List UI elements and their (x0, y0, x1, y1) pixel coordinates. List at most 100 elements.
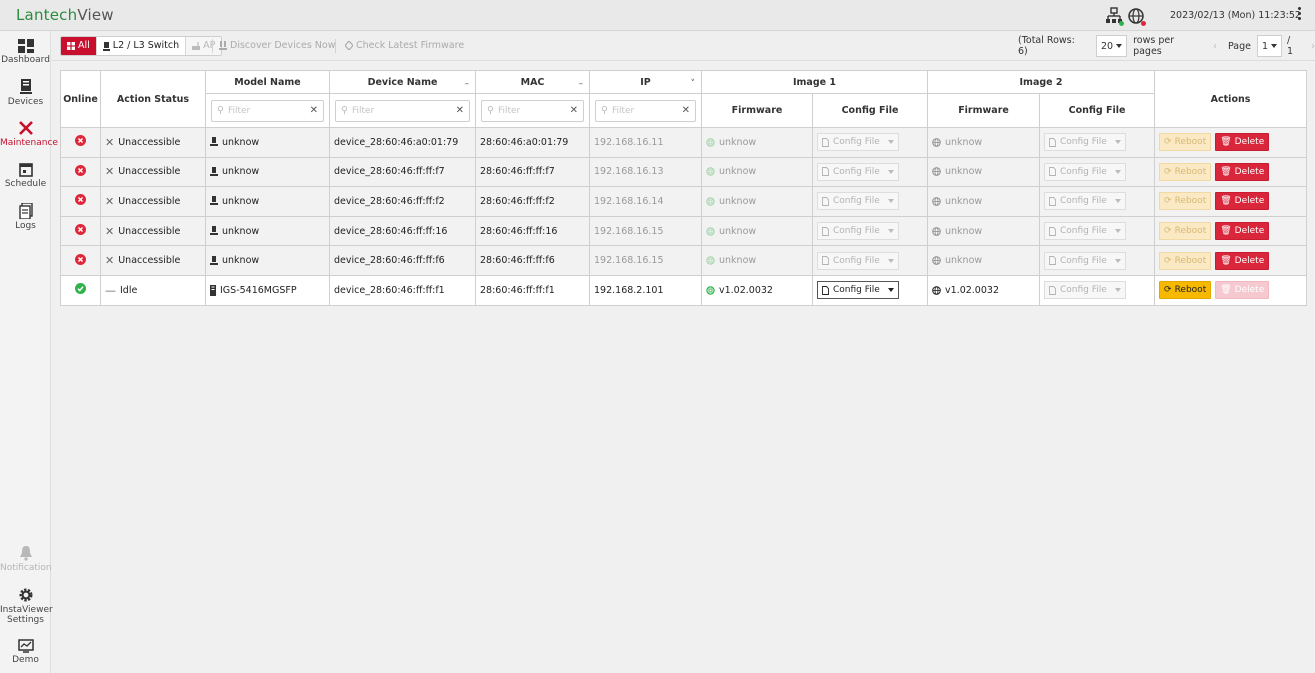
file-icon (822, 285, 829, 295)
reboot-button[interactable]: ⟳ Reboot (1159, 162, 1212, 181)
unknown-device-icon (210, 255, 218, 265)
delete-button[interactable]: 🗑 Delete (1215, 281, 1270, 300)
devices-icon (19, 79, 32, 94)
image2-firmware-cell: unknow (927, 127, 1041, 158)
col-device-name[interactable]: Device Name – (329, 70, 476, 94)
prev-page-icon[interactable]: ‹ (1213, 41, 1217, 52)
next-page-icon[interactable]: › (1311, 41, 1315, 52)
sidebar-item-notification[interactable]: Notification (0, 545, 52, 573)
image2-config-cell: Config File (1039, 156, 1156, 188)
col-ip[interactable]: IP ˅ (589, 70, 702, 94)
image1-config-cell: Config File (811, 186, 929, 217)
refresh-icon: ⟳ (1164, 255, 1172, 266)
reboot-button[interactable]: ⟳ Reboot (1159, 222, 1212, 241)
config-file-select[interactable]: Config File (1044, 192, 1126, 211)
delete-button[interactable]: 🗑 Delete (1215, 162, 1270, 181)
clear-icon: ✕ (681, 105, 690, 116)
file-icon (1049, 137, 1056, 147)
config-file-select[interactable]: Config File (1044, 281, 1126, 300)
ip-cell: 192.168.16.11 (589, 127, 702, 158)
config-file-select[interactable]: Config File (1044, 133, 1126, 152)
schedule-icon (18, 163, 33, 177)
action-status-cell: ✕ Unaccessible (100, 156, 206, 188)
ip-filter[interactable]: ⚲ Filter ✕ (595, 99, 696, 122)
col-image2-config: Config File (1039, 93, 1156, 128)
model-name-filter[interactable]: ⚲ Filter ✕ (211, 99, 324, 122)
filter-all-button[interactable]: All (61, 37, 97, 55)
app-logo[interactable]: LantechView (16, 6, 114, 24)
offline-error-icon (75, 224, 86, 236)
delete-button[interactable]: 🗑 Delete (1215, 222, 1270, 241)
sidebar-item-schedule[interactable]: Schedule (0, 162, 51, 189)
reboot-button[interactable]: ⟳ Reboot (1159, 281, 1212, 300)
image2-firmware-cell: unknow (927, 156, 1041, 188)
mac-cell: 28:60:46:ff:ff:f2 (475, 186, 590, 217)
sidebar-item-devices[interactable]: Devices (0, 79, 51, 107)
sidebar-item-dashboard[interactable]: Dashboard (0, 39, 51, 65)
mac-filter[interactable]: ⚲ Filter ✕ (481, 99, 584, 122)
trash-icon: 🗑 (1220, 137, 1232, 148)
reboot-button[interactable]: ⟳ Reboot (1159, 133, 1212, 152)
sidebar-item-maintenance[interactable]: Maintenance (0, 120, 58, 148)
image1-config-cell: Config File (811, 245, 929, 276)
more-menu-icon[interactable] (1296, 7, 1302, 23)
bell-icon (19, 546, 32, 561)
device-table: Online Action Status Model Name Device N… (60, 70, 1308, 306)
network-topology-icon[interactable] (1105, 7, 1124, 26)
check-firmware-button[interactable]: Check Latest Firmware (345, 40, 464, 51)
filter-ap-button[interactable]: AP (186, 37, 222, 55)
trash-icon: 🗑 (1220, 255, 1232, 266)
table-row: ✕ Unaccessible unknow device_28:60:46:ff:ff… (60, 156, 1308, 188)
dashboard-icon (17, 39, 34, 53)
sidebar-item-instaviewer-settings[interactable]: InstaViewer Settings (0, 587, 53, 625)
firmware-chip-icon (706, 197, 715, 206)
config-file-select[interactable]: Config File (817, 281, 899, 300)
device-type-filter: All L2 / L3 Switch AP (60, 36, 223, 56)
device-name-filter[interactable]: ⚲ Filter ✕ (335, 99, 470, 122)
reboot-button[interactable]: ⟳ Reboot (1159, 192, 1212, 211)
switch-icon (102, 41, 110, 51)
rows-per-page-select[interactable]: 20 (1095, 35, 1128, 57)
col-image2: Image 2 (927, 70, 1156, 94)
config-file-select[interactable]: Config File (1044, 162, 1126, 181)
config-file-select[interactable]: Config File (817, 222, 899, 241)
reboot-button[interactable]: ⟳ Reboot (1159, 251, 1212, 270)
globe-icon (932, 256, 941, 266)
col-actions: Actions (1154, 70, 1308, 128)
sidebar-item-demo[interactable]: Demo (0, 639, 51, 665)
model-name-cell: unknow (205, 127, 330, 158)
col-mac[interactable]: MAC – (475, 70, 590, 94)
firmware-chip-icon (706, 167, 715, 177)
delete-button[interactable]: 🗑 Delete (1215, 133, 1270, 152)
config-file-select[interactable]: Config File (817, 133, 899, 152)
page-select[interactable]: 1 (1256, 35, 1283, 57)
discover-devices-button[interactable]: Discover Devices Now (219, 40, 335, 51)
config-file-select[interactable]: Config File (817, 192, 899, 211)
sidebar-item-logs[interactable]: Logs (0, 203, 51, 231)
image2-config-cell: Config File (1039, 127, 1156, 158)
filter-switch-button[interactable]: L2 / L3 Switch (96, 37, 187, 55)
device-name-cell: device_28:60:46:ff:ff:f2 (329, 186, 476, 217)
refresh-icon: ⟳ (1164, 137, 1172, 148)
device-name-cell: device_28:60:46:ff:ff:f7 (329, 156, 476, 188)
clear-icon: ✕ (455, 105, 464, 116)
table-row: ✕ Unaccessible unknow device_28:60:46:a0:01… (60, 127, 1308, 158)
config-file-select[interactable]: Config File (817, 162, 899, 181)
image2-config-cell: Config File (1039, 274, 1156, 306)
firmware-chip-icon (706, 138, 715, 147)
model-name-cell: IGS-5416MGSFP (205, 274, 330, 306)
unknown-device-icon (210, 137, 218, 147)
delete-button[interactable]: 🗑 Delete (1215, 192, 1270, 211)
file-icon (822, 226, 829, 236)
delete-button[interactable]: 🗑 Delete (1215, 251, 1270, 270)
config-file-select[interactable]: Config File (1044, 251, 1126, 270)
firmware-chip-icon (706, 256, 715, 265)
image1-config-cell: Config File (811, 274, 929, 306)
globe-icon[interactable] (1127, 7, 1146, 26)
image1-firmware-cell: unknow (701, 127, 813, 158)
config-file-select[interactable]: Config File (817, 251, 899, 270)
config-file-select[interactable]: Config File (1044, 222, 1126, 241)
table-row: — Idle IGS-5416MGSFP device_28:60:46:ff:ff:… (60, 274, 1308, 306)
file-icon (822, 197, 829, 206)
col-model-name[interactable]: Model Name (205, 70, 330, 94)
